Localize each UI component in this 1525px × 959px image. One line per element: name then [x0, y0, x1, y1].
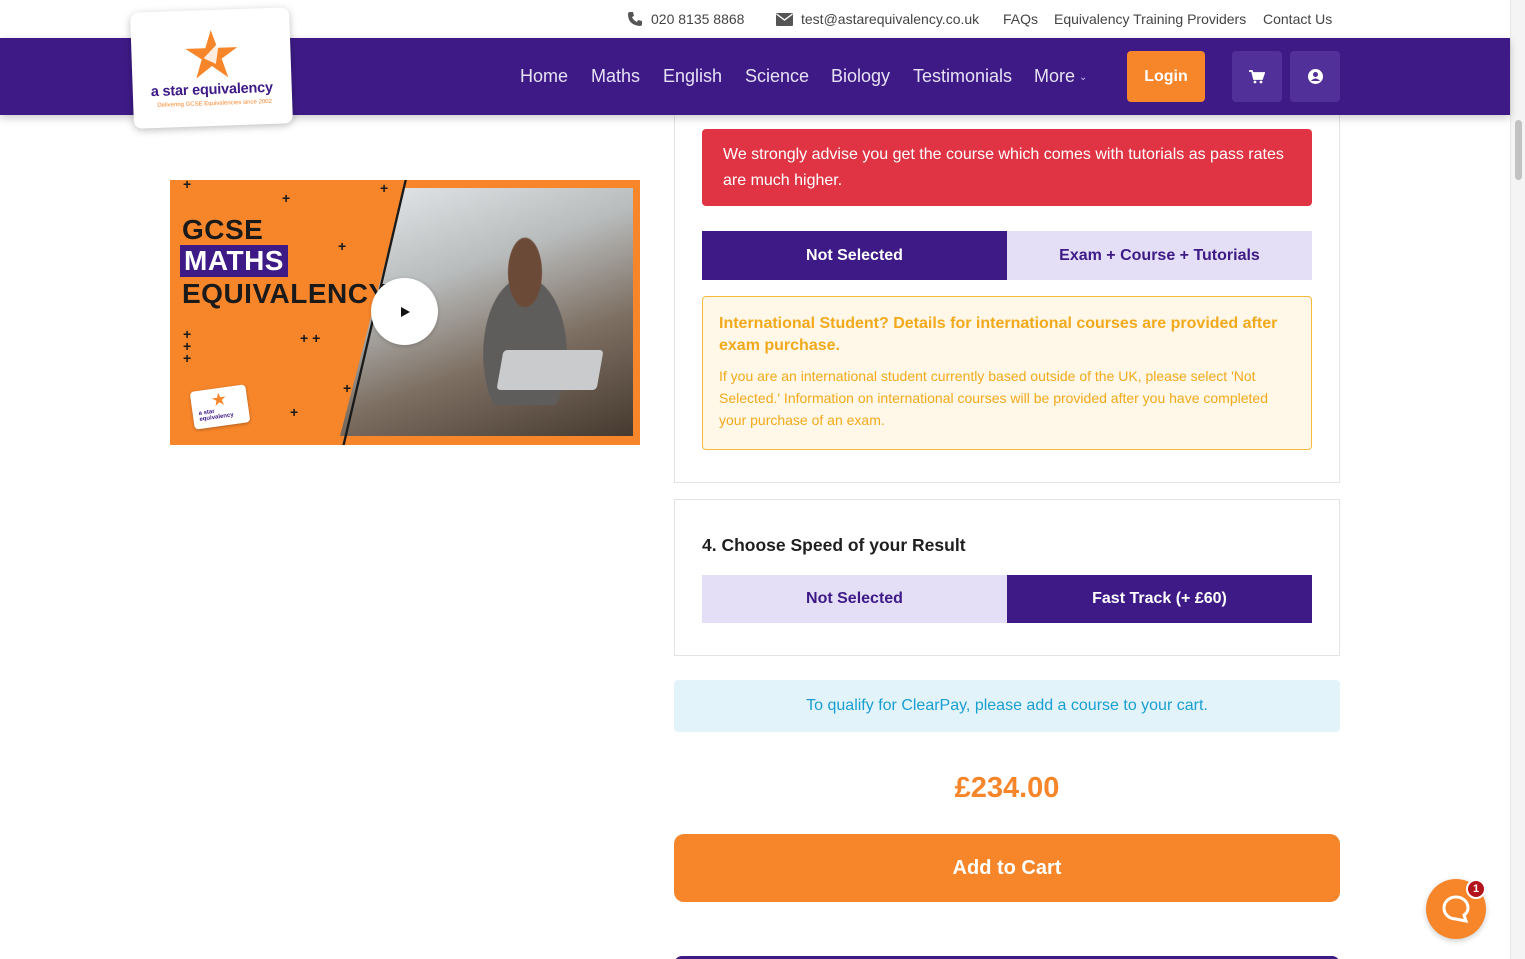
sparkle-icon: + — [290, 404, 299, 420]
logo-tagline: Delivering GCSE Equivalencies since 2002 — [157, 98, 273, 109]
speed-section-title: 4. Choose Speed of your Result — [702, 535, 966, 555]
chat-bubble-icon — [1442, 895, 1470, 923]
sparkle-icon: + — [343, 380, 352, 396]
site-logo[interactable]: a star equivalency Delivering GCSE Equiv… — [130, 7, 293, 129]
top-link-contact-us[interactable]: Contact Us — [1263, 11, 1332, 27]
sparkle-icon: + — [282, 190, 291, 206]
product-page: 020 8135 8868 test@astarequivalency.co.u… — [0, 0, 1525, 959]
chat-notification-badge: 1 — [1466, 879, 1486, 899]
sparkle-icon: + + — [300, 330, 321, 346]
sparkle-icon: + — [338, 238, 347, 254]
sparkle-icon: + — [183, 350, 192, 366]
tutorials-option-not-selected[interactable]: Not Selected — [702, 231, 1007, 280]
add-to-cart-button[interactable]: Add to Cart — [674, 834, 1340, 902]
phone-contact[interactable]: 020 8135 8868 — [627, 11, 744, 27]
envelope-icon — [776, 12, 793, 26]
email-address: test@astarequivalency.co.uk — [801, 11, 980, 27]
video-title-line1: GCSE — [182, 214, 264, 245]
play-icon — [400, 306, 410, 317]
nav-maths[interactable]: Maths — [591, 66, 640, 87]
sparkle-icon: + — [380, 180, 389, 196]
page-scrollbar[interactable] — [1510, 0, 1525, 959]
user-circle-icon — [1307, 69, 1323, 84]
tutorials-option-exam-course-tutorials[interactable]: Exam + Course + Tutorials — [1007, 231, 1312, 280]
video-mini-logo-text: a star equivalency — [198, 408, 235, 423]
video-title-line3: EQUIVALENCY — [182, 278, 388, 309]
phone-number: 020 8135 8868 — [651, 11, 745, 27]
sparkle-icon: + — [183, 180, 192, 192]
mini-star-icon — [211, 392, 226, 407]
product-price: £234.00 — [954, 772, 1060, 804]
login-button[interactable]: Login — [1127, 51, 1205, 102]
nav-more[interactable]: More ⌄ — [1034, 66, 1087, 87]
clearpay-notice: To qualify for ClearPay, please add a co… — [674, 680, 1340, 732]
speed-option-fast-track[interactable]: Fast Track (+ £60) — [1007, 575, 1312, 623]
nav-english[interactable]: English — [663, 66, 722, 87]
international-alert-heading: International Student? Details for inter… — [719, 315, 1278, 354]
laptop-figure — [496, 350, 604, 390]
speed-option-not-selected[interactable]: Not Selected — [702, 575, 1007, 623]
chevron-down-icon: ⌄ — [1079, 72, 1088, 83]
nav-more-label: More — [1034, 66, 1076, 86]
cart-icon — [1249, 69, 1265, 83]
international-alert-body: If you are an international student curr… — [719, 368, 1268, 428]
nav-home[interactable]: Home — [520, 66, 568, 87]
course-video-thumbnail[interactable]: GCSE MATHS EQUIVALENCY + + + + + + + + +… — [170, 180, 640, 445]
international-student-alert: International Student? Details for inter… — [702, 296, 1312, 450]
nav-science[interactable]: Science — [745, 66, 809, 87]
phone-icon — [628, 12, 642, 26]
star-logo-icon — [185, 30, 238, 79]
tutorials-advice-alert: We strongly advise you get the course wh… — [702, 129, 1312, 206]
top-link-faqs[interactable]: FAQs — [1003, 11, 1038, 27]
top-link-training-providers[interactable]: Equivalency Training Providers — [1054, 11, 1246, 27]
scrollbar-thumb[interactable] — [1515, 120, 1522, 180]
email-contact[interactable]: test@astarequivalency.co.uk — [776, 11, 979, 27]
video-title-line2: MATHS — [180, 245, 288, 277]
nav-biology[interactable]: Biology — [831, 66, 890, 87]
nav-testimonials[interactable]: Testimonials — [913, 66, 1012, 87]
tutorials-toggle: Not Selected Exam + Course + Tutorials — [702, 231, 1312, 280]
cart-button[interactable] — [1232, 51, 1282, 102]
video-mini-logo: a star equivalency — [189, 384, 251, 430]
video-play-button[interactable] — [371, 278, 438, 345]
account-button[interactable] — [1290, 51, 1340, 102]
logo-brand-text: a star equivalency — [150, 79, 274, 101]
speed-toggle: Not Selected Fast Track (+ £60) — [702, 575, 1312, 623]
